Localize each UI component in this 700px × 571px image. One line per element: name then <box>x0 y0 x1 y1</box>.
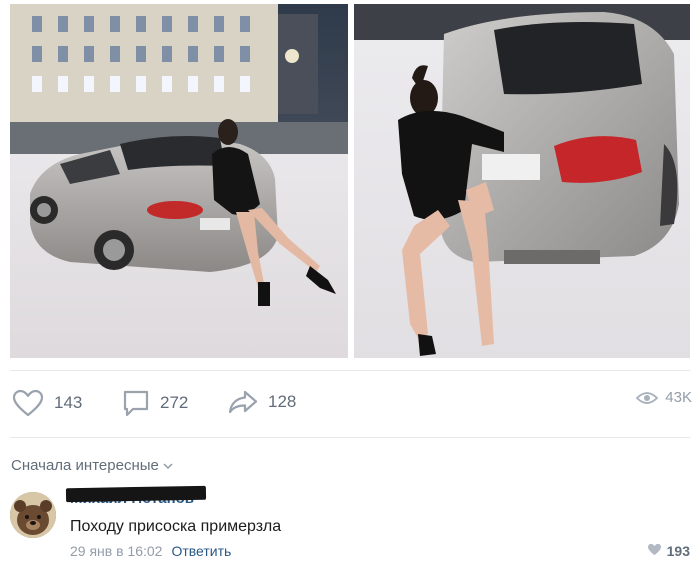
share-icon <box>228 389 258 415</box>
comments-divider <box>10 437 690 438</box>
redaction-bar <box>65 485 207 503</box>
avatar[interactable] <box>10 492 56 538</box>
comment-count: 272 <box>160 393 189 412</box>
comment-item: Михаил Потапов Походу присоска примерзла… <box>10 485 692 568</box>
views-count: 43K <box>665 389 692 406</box>
post-actions-bar: 143 272 128 43K <box>0 385 700 425</box>
comment-meta: 29 янв в 16:02 Ответить <box>70 543 231 559</box>
comment-like-count: 193 <box>666 543 690 559</box>
share-count: 128 <box>268 392 297 411</box>
share-button[interactable]: 128 <box>228 389 296 415</box>
comment-like-button[interactable]: 193 <box>647 543 690 559</box>
heart-small-icon <box>647 543 662 559</box>
comment-date[interactable]: 29 янв в 16:02 <box>70 543 162 559</box>
sort-label: Сначала интересные <box>11 457 159 474</box>
post-divider <box>10 370 690 371</box>
like-count: 143 <box>54 393 83 412</box>
post-photos <box>0 0 700 362</box>
comments-sort-dropdown[interactable]: Сначала интересные <box>11 457 173 474</box>
heart-icon <box>12 389 44 417</box>
photo-right[interactable] <box>354 4 690 358</box>
chevron-down-icon <box>163 457 173 474</box>
like-button[interactable]: 143 <box>12 389 82 417</box>
photo-left[interactable] <box>10 4 348 358</box>
eye-icon <box>636 391 659 405</box>
comment-author[interactable]: Михаил Потапов <box>65 485 207 507</box>
comment-button[interactable]: 272 <box>122 389 188 417</box>
views-counter: 43K <box>636 389 692 406</box>
reply-link[interactable]: Ответить <box>171 543 231 559</box>
comment-icon <box>122 389 150 417</box>
comment-text: Походу присоска примерзла <box>70 518 282 535</box>
